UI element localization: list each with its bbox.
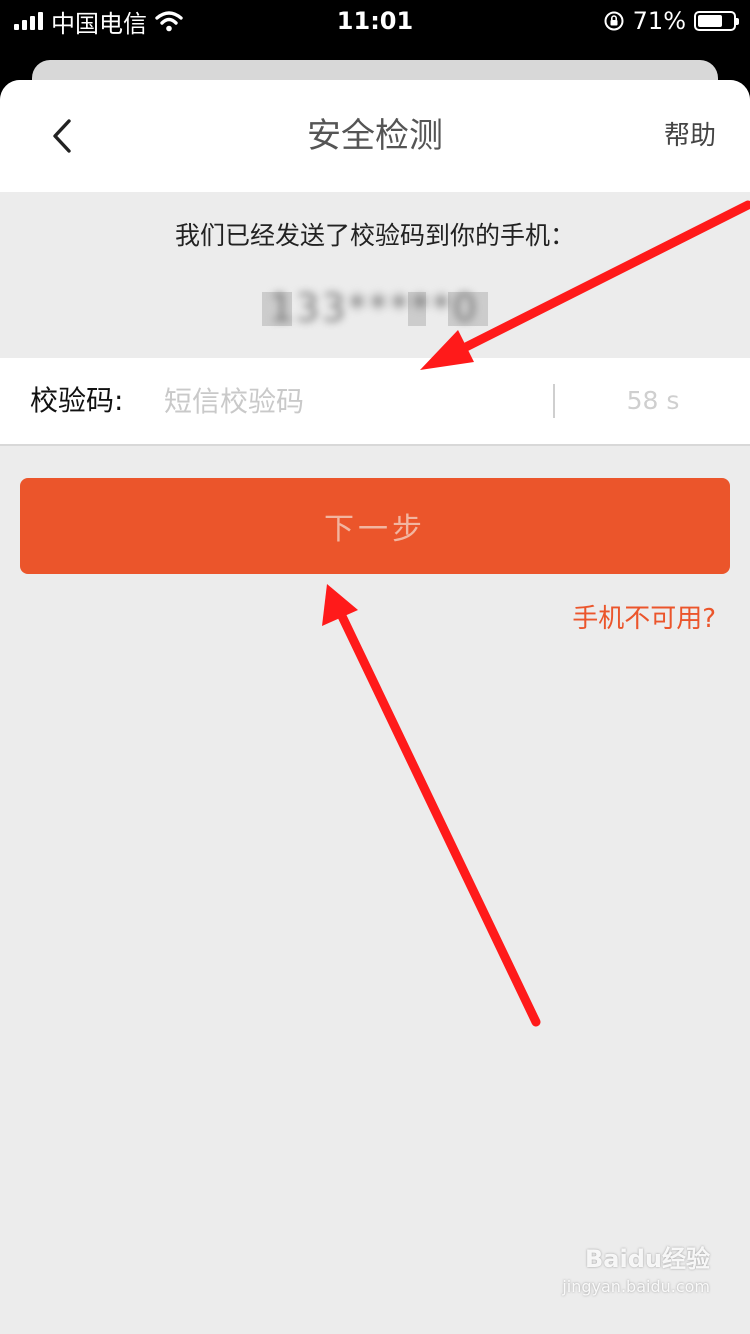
next-step-button[interactable]: 下一步 xyxy=(20,478,730,574)
help-link[interactable]: 帮助 xyxy=(664,80,716,192)
battery-icon xyxy=(694,11,739,31)
nav-bar: 安全检测 帮助 xyxy=(0,80,750,192)
masked-phone-number: 133*****0 xyxy=(258,284,490,332)
phone-number-text: 133*****0 xyxy=(269,286,479,330)
watermark-logo: Baidu经验 xyxy=(585,1245,710,1273)
verification-code-row: 校验码: 58 s xyxy=(0,358,750,446)
code-label: 校验码: xyxy=(30,384,124,417)
resend-countdown[interactable]: 58 s xyxy=(556,358,750,444)
rotation-lock-icon xyxy=(604,11,624,31)
battery-percent: 71% xyxy=(632,7,686,35)
battery-fill xyxy=(698,15,722,27)
page-title: 安全检测 xyxy=(307,116,443,156)
security-check-sheet: 安全检测 帮助 我们已经发送了校验码到你的手机： 133*****0 校验码: … xyxy=(0,80,750,1334)
info-text: 我们已经发送了校验码到你的手机： xyxy=(174,221,575,250)
status-bar: 中国电信 11:01 71% xyxy=(0,0,750,42)
phone-unavailable-link[interactable]: 手机不可用? xyxy=(572,598,716,635)
verification-code-input[interactable] xyxy=(164,374,534,428)
chevron-left-icon xyxy=(53,119,71,153)
watermark-url: jingyan.baidu.com xyxy=(562,1277,710,1296)
baidu-jingyan-watermark: Baidu经验 jingyan.baidu.com xyxy=(560,1242,710,1312)
status-right: 71% xyxy=(603,0,739,42)
back-button[interactable] xyxy=(40,110,84,162)
field-divider xyxy=(553,384,555,418)
